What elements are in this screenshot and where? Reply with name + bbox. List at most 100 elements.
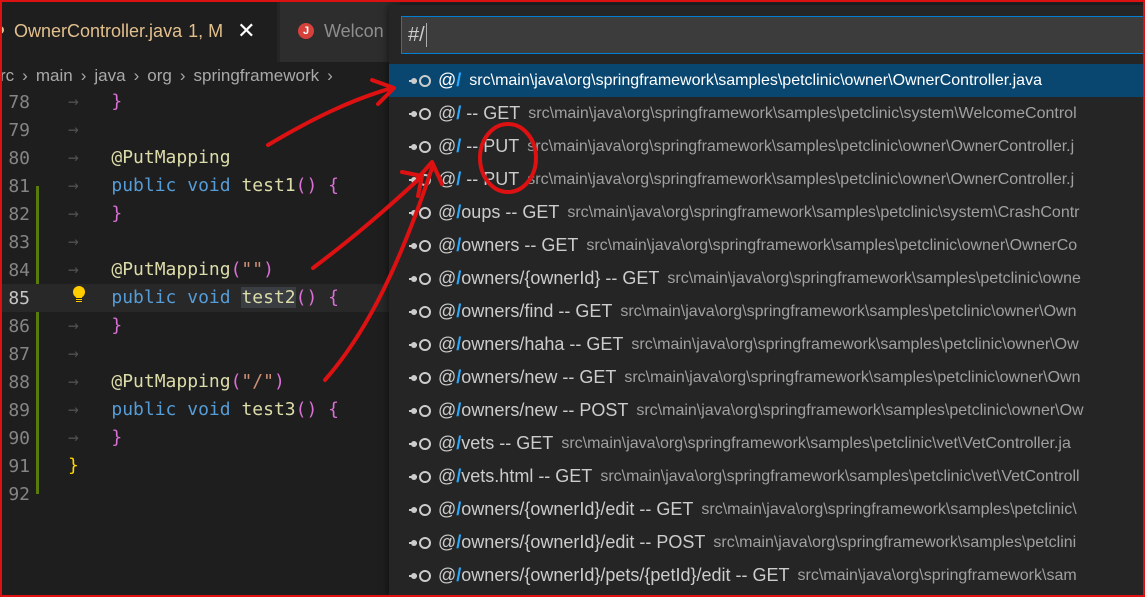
quick-pick-item-description: src\main\java\org\springframework\sample… xyxy=(567,203,1080,221)
keyword: public xyxy=(111,399,177,420)
quick-pick-item-description: src\main\java\org\springframework\sam xyxy=(797,566,1077,584)
quick-pick-item-description: src\main\java\org\springframework\sample… xyxy=(528,104,1077,122)
quick-pick-item[interactable]: @/owners/new -- POST src\main\java\org\sp… xyxy=(389,394,1145,427)
symbol-field-icon xyxy=(409,74,431,87)
quick-pick-item-description: src\main\java\org\springframework\sample… xyxy=(527,170,1075,188)
modified-dot-icon xyxy=(0,26,4,34)
symbol-field-icon xyxy=(409,503,431,516)
symbol-field-icon xyxy=(409,437,431,450)
symbol-field-icon xyxy=(409,305,431,318)
code-line: 78 → } xyxy=(0,88,390,116)
code-editor[interactable]: 78 → } 79 → 80 → @PutMapping 81 → public… xyxy=(0,88,390,597)
quick-pick-widget: #/ @/ src\main\java\org\springframework\s… xyxy=(389,5,1145,597)
code-line: 81 → public void test1() { xyxy=(0,172,390,242)
symbol-field-icon xyxy=(409,140,431,153)
code-line: 88 → @PutMapping("/") xyxy=(0,368,390,438)
quick-pick-item[interactable]: @/owners/haha -- GET src\main\java\org\sp… xyxy=(389,328,1145,361)
quick-pick-item-description: src\main\java\org\springframework\sample… xyxy=(701,500,1077,518)
symbol-field-icon xyxy=(409,206,431,219)
breadcrumb-item[interactable]: springframework xyxy=(193,66,319,86)
quick-pick-item[interactable]: @/ -- PUT src\main\java\org\springframewo… xyxy=(389,163,1145,196)
quick-pick-item-label: @/oups -- GET xyxy=(438,202,560,222)
breadcrumb-item[interactable]: java xyxy=(94,66,125,86)
code-line: 83 → xyxy=(0,228,390,298)
quick-pick-item-description: src\main\java\org\springframework\sample… xyxy=(586,236,1078,254)
chevron-right-icon: › xyxy=(80,66,87,85)
line-number: 81 xyxy=(8,176,30,197)
tab-badge: 1, M xyxy=(188,20,224,41)
quick-pick-item[interactable]: @/owners/find -- GET src\main\java\org\sp… xyxy=(389,295,1145,328)
quick-pick-item[interactable]: @/ src\main\java\org\springframework\samp… xyxy=(389,64,1145,97)
line-number: 86 xyxy=(8,316,30,337)
quick-pick-item-label: @/owners/haha -- GET xyxy=(438,334,624,354)
tab-owner-controller[interactable]: OwnerController.java 1, M ✕ xyxy=(0,0,277,62)
quick-pick-item-label: @/vets.html -- GET xyxy=(438,466,593,486)
line-number: 89 xyxy=(8,400,30,421)
quick-pick-item-label: @/owners/{ownerId} -- GET xyxy=(438,268,660,288)
tab-welcome[interactable]: J Welcon xyxy=(280,0,400,62)
symbol-field-icon xyxy=(409,107,431,120)
line-number: 88 xyxy=(8,372,30,393)
code-line: 91 } xyxy=(0,452,390,480)
line-number: 85 xyxy=(8,288,30,309)
quick-pick-item-description: src\main\java\org\springframework\sample… xyxy=(620,302,1077,320)
chevron-right-icon: › xyxy=(179,66,186,85)
string-literal: "/" xyxy=(241,371,274,392)
quick-pick-item-description: src\main\java\org\springframework\sample… xyxy=(527,137,1075,155)
close-icon[interactable]: ✕ xyxy=(237,18,255,44)
code-line: 82 → } xyxy=(0,200,390,270)
line-number: 84 xyxy=(8,260,30,281)
quick-pick-item[interactable]: @/ -- GET src\main\java\org\springframewo… xyxy=(389,97,1145,130)
line-number: 78 xyxy=(8,92,30,113)
quick-pick-item[interactable]: @/owners -- GET src\main\java\org\springf… xyxy=(389,229,1145,262)
quick-pick-item[interactable]: @/owners/{ownerId} -- GET src\main\java\o… xyxy=(389,262,1145,295)
chevron-right-icon: › xyxy=(22,66,28,85)
line-number: 83 xyxy=(8,232,30,253)
quick-pick-item-label: @/ -- PUT xyxy=(438,136,520,156)
quick-pick-item[interactable]: @/ -- PUT src\main\java\org\springframewo… xyxy=(389,130,1145,163)
quick-pick-item[interactable]: @/oups -- GET src\main\java\org\springfra… xyxy=(389,196,1145,229)
quick-pick-input-value: #/ xyxy=(408,23,425,46)
line-number: 91 xyxy=(8,456,30,477)
line-number: 82 xyxy=(8,204,30,225)
code-line: 86 → } xyxy=(0,312,390,382)
annotation-text: @PutMapping xyxy=(111,371,231,392)
code-line: 89 → public void test3() { xyxy=(0,396,390,466)
keyword: public xyxy=(111,175,177,196)
quick-pick-item-description: src\main\java\org\springframework\sample… xyxy=(600,467,1080,485)
method-name: test3 xyxy=(241,399,296,420)
quick-pick-item-label: @/owners -- GET xyxy=(438,235,579,255)
quick-pick-item-description: src\main\java\org\springframework\sample… xyxy=(469,71,1042,89)
quick-pick-item[interactable]: @/vets.html -- GET src\main\java\org\spri… xyxy=(389,460,1145,493)
quick-pick-item[interactable]: @/owners/{ownerId}/edit -- POST src\main\… xyxy=(389,526,1145,559)
code-line: 79 → xyxy=(0,116,390,144)
quick-pick-input[interactable]: #/ xyxy=(401,16,1145,54)
chevron-right-icon: › xyxy=(133,66,140,85)
quick-pick-item-description: src\main\java\org\springframework\sample… xyxy=(713,533,1077,551)
tab-label: OwnerController.java xyxy=(14,20,183,41)
method-name: test1 xyxy=(241,175,296,196)
quick-pick-item-description: src\main\java\org\springframework\sample… xyxy=(624,368,1081,386)
quick-pick-item[interactable]: @/vets -- GET src\main\java\org\springfra… xyxy=(389,427,1145,460)
annotation-text: @PutMapping xyxy=(111,259,231,280)
breadcrumb-item[interactable]: rc xyxy=(0,66,14,86)
quick-pick-item-label: @/owners/new -- POST xyxy=(438,400,629,420)
text-cursor xyxy=(425,23,427,47)
keyword: void xyxy=(187,287,231,308)
keyword: public xyxy=(111,287,177,308)
code-line: 84 → @PutMapping("") xyxy=(0,256,390,326)
string-literal: "" xyxy=(241,259,264,280)
quick-pick-item-description: src\main\java\org\springframework\sample… xyxy=(631,335,1079,353)
breadcrumb-item[interactable]: org xyxy=(147,66,172,86)
symbol-field-icon xyxy=(409,470,431,483)
code-line: 87 → xyxy=(0,340,390,410)
quick-pick-item-label: @/ xyxy=(438,70,462,90)
quick-pick-item-label: @/owners/find -- GET xyxy=(438,301,613,321)
quick-pick-item[interactable]: @/owners/new -- GET src\main\java\org\spr… xyxy=(389,361,1145,394)
quick-pick-item[interactable]: @/owners/{ownerId}/edit -- GET src\main\j… xyxy=(389,493,1145,526)
quick-pick-item-label: @/owners/{ownerId}/edit -- GET xyxy=(438,499,694,519)
quick-pick-item[interactable]: @/owners/{ownerId}/pets/{petId}/edit -- … xyxy=(389,559,1145,592)
breadcrumb-item[interactable]: main xyxy=(36,66,73,86)
annotation-text: @PutMapping xyxy=(111,147,231,168)
symbol-field-icon xyxy=(409,404,431,417)
